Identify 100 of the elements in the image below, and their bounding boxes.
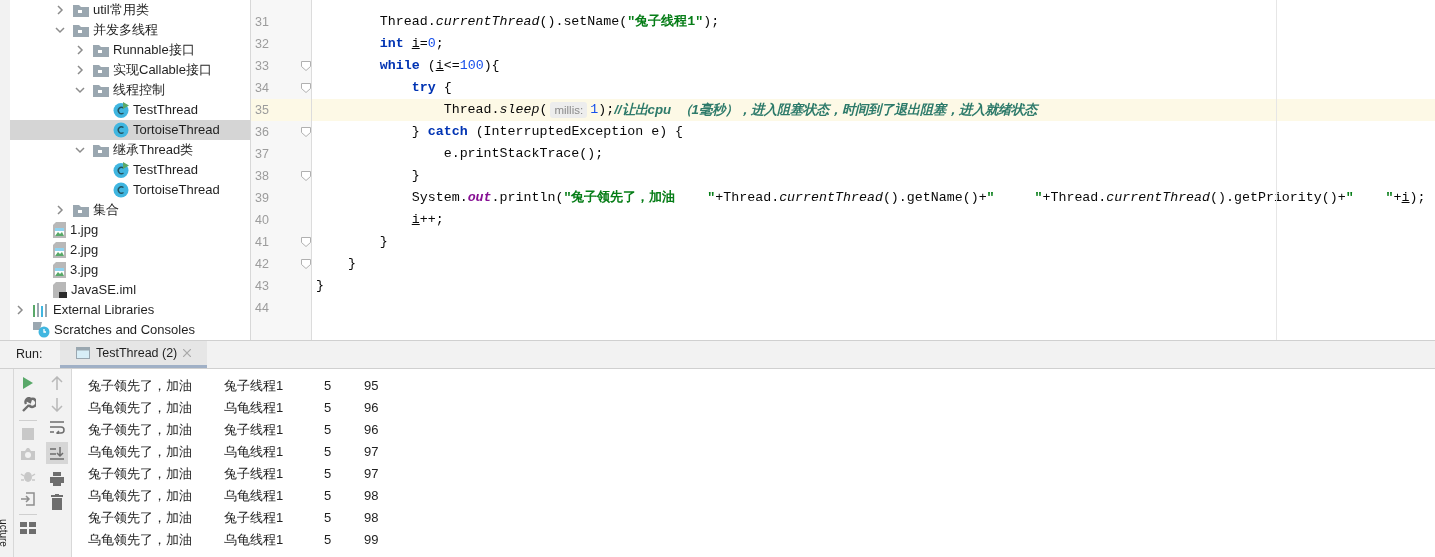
tree-item[interactable]: External Libraries [10, 300, 250, 320]
console-text: 5 [324, 509, 333, 528]
code-line: 1);//让出cpu （1毫秒），进入阻塞状态，时间到了退出阻塞，进入就绪状态 [590, 101, 1037, 120]
console-text: 5 [324, 377, 333, 396]
tree-item[interactable]: Runnable接口 [10, 40, 250, 60]
tree-item[interactable]: JavaSE.iml [10, 280, 250, 300]
code-line: Thread.sleep( [442, 101, 548, 120]
tree-item[interactable]: Scratches and Consoles [10, 320, 250, 340]
line-number: 31 [254, 13, 270, 31]
console-text: 96 [364, 399, 380, 418]
console-text: 5 [324, 421, 333, 440]
code-line: while (i<=100){ [378, 57, 500, 76]
wrench-icon[interactable] [20, 397, 36, 413]
console-text: 兔子领先了，加油 [88, 377, 193, 396]
libraries-icon [33, 303, 49, 317]
console-text: 乌龟领先了，加油 [88, 399, 193, 418]
tree-item[interactable]: 集合 [10, 200, 250, 220]
tree-item[interactable]: 并发多线程 [10, 20, 250, 40]
down-arrow-icon[interactable] [50, 398, 63, 412]
console-text: 兔子线程1 [224, 377, 285, 396]
tree-item[interactable]: TestThread [10, 160, 250, 180]
tree-item[interactable]: 实现Callable接口 [10, 60, 250, 80]
tree-item[interactable]: 线程控制 [10, 80, 250, 100]
console-text: 98 [364, 487, 380, 506]
tool-window-tab[interactable]: ucture [0, 519, 9, 547]
fold-marker-icon[interactable] [301, 61, 311, 71]
line-number: 37 [254, 145, 270, 163]
line-number: 33 [254, 57, 270, 75]
code-line: } catch (InterruptedException e) { [410, 123, 684, 142]
trash-icon[interactable] [50, 494, 63, 510]
tree-item[interactable]: TestThread [10, 100, 250, 120]
scratches-icon [33, 322, 50, 338]
folder-icon [93, 43, 109, 57]
line-number: 39 [254, 189, 270, 207]
line-number: 41 [254, 233, 270, 251]
folder-icon [93, 83, 109, 97]
code-line: try { [410, 79, 452, 98]
console-text: 5 [324, 487, 333, 506]
code-line: Thread.currentThread().setName("兔子线程1"); [378, 13, 720, 32]
class-icon [113, 182, 129, 198]
line-number: 38 [254, 167, 270, 185]
console-text: 5 [324, 443, 333, 462]
close-icon[interactable] [183, 349, 192, 357]
code-line: i++; [410, 211, 444, 230]
code-line: } [346, 255, 356, 274]
folder-icon [73, 203, 89, 217]
console-text: 乌龟线程1 [224, 487, 285, 506]
up-arrow-icon[interactable] [50, 376, 63, 390]
folder-icon [93, 63, 109, 77]
code-line: } [316, 277, 324, 296]
folder-icon [93, 143, 109, 157]
runnable-class-icon [113, 162, 129, 178]
console-text: 兔子领先了，加油 [88, 509, 193, 528]
line-number: 36 [254, 123, 270, 141]
run-tab[interactable]: TestThread (2) [60, 341, 208, 368]
tree-item[interactable]: TortoiseThread [10, 120, 250, 140]
tree-item[interactable]: util常用类 [10, 0, 250, 20]
console-text: 乌龟线程1 [224, 399, 285, 418]
run-icon[interactable] [22, 376, 34, 390]
code-line: System.out.println("兔子领先了，加油 "+Thread.currentThread().getName()+" "+Thread.currentThread().getPriority()+" "+i); [410, 189, 1426, 208]
tree-item[interactable]: TortoiseThread [10, 180, 250, 200]
console-text: 乌龟领先了，加油 [88, 443, 193, 462]
line-number: 35 [254, 101, 270, 119]
run-label: Run: [16, 346, 44, 364]
line-number: 32 [254, 35, 270, 53]
module-file-icon [53, 282, 67, 298]
print-icon[interactable] [48, 472, 65, 486]
console-text: 兔子领先了，加油 [88, 465, 193, 484]
console-text: 5 [324, 399, 333, 418]
tree-item[interactable]: 2.jpg [10, 240, 250, 260]
scroll-to-end-button[interactable] [45, 442, 68, 464]
console-text: 乌龟线程1 [224, 443, 285, 462]
folder-icon [73, 23, 89, 37]
code-line: int i=0; [378, 35, 444, 54]
console-text: 5 [324, 531, 333, 550]
image-file-icon [53, 262, 66, 278]
exit-icon[interactable] [20, 491, 36, 507]
code-line: } [410, 167, 420, 186]
layout-icon[interactable] [20, 522, 36, 534]
fold-marker-icon[interactable] [301, 259, 311, 269]
fold-marker-icon[interactable] [301, 237, 311, 247]
console-text: 乌龟领先了，加油 [88, 531, 193, 550]
parameter-hint: millis: [550, 102, 588, 118]
console-text: 97 [364, 465, 380, 484]
tree-item[interactable]: 1.jpg [10, 220, 250, 240]
fold-marker-icon[interactable] [301, 127, 311, 137]
image-file-icon [53, 242, 66, 258]
code-line: e.printStackTrace(); [442, 145, 604, 164]
console-text: 97 [364, 443, 380, 462]
fold-marker-icon[interactable] [301, 171, 311, 181]
tree-item[interactable]: 3.jpg [10, 260, 250, 280]
soft-wrap-icon[interactable] [48, 420, 65, 434]
line-number: 44 [254, 299, 270, 317]
console-icon [76, 347, 90, 359]
scroll-to-end-icon [48, 446, 65, 460]
fold-marker-icon[interactable] [301, 83, 311, 93]
console-text: 99 [364, 531, 380, 550]
line-number: 42 [254, 255, 270, 273]
tree-item[interactable]: 继承Thread类 [10, 140, 250, 160]
console-text: 兔子线程1 [224, 421, 285, 440]
